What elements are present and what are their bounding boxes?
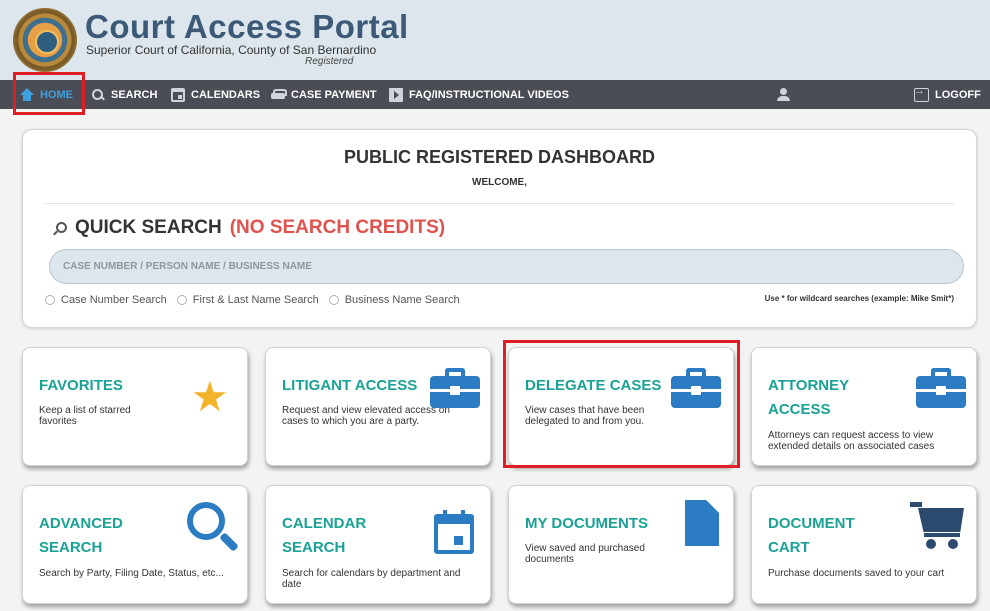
card-title: MY DOCUMENTS <box>525 515 649 532</box>
car-icon <box>271 88 287 102</box>
main-nav: HOME SEARCH CALENDARS CASE PAYMENT FAQ/I… <box>0 80 990 109</box>
search-icon <box>91 88 105 102</box>
card-description: Purchase documents saved to your cart <box>768 568 945 579</box>
radio-label: Case Number Search <box>61 294 167 306</box>
magnifier-icon <box>187 502 239 554</box>
logoff-button[interactable]: LOGOFF <box>914 80 981 109</box>
card-my-documents[interactable]: MY DOCUMENTS View saved and purchased do… <box>508 485 734 604</box>
calendar-icon <box>434 510 474 554</box>
logoff-label: LOGOFF <box>935 88 981 101</box>
nav-case-payment[interactable]: CASE PAYMENT <box>271 80 377 109</box>
calendar-icon <box>171 87 185 102</box>
user-profile[interactable] <box>777 80 791 109</box>
radio-button[interactable] <box>328 295 339 305</box>
star-icon: ★ <box>191 373 229 420</box>
card-description: Keep a list of starred favorites <box>39 405 131 427</box>
nav-faq-videos[interactable]: FAQ/INSTRUCTIONAL VIDEOS <box>389 80 569 109</box>
cart-icon <box>910 500 966 550</box>
radio-name[interactable]: First & Last Name Search <box>176 294 319 306</box>
portal-title: Court Access Portal <box>85 8 409 45</box>
quick-search-title: QUICK SEARCH <box>75 217 222 238</box>
card-description: Attorneys can request access to view ext… <box>768 430 935 452</box>
card-title: ATTORNEY ACCESS <box>768 377 849 418</box>
card-favorites[interactable]: FAVORITES Keep a list of starred favorit… <box>22 347 248 466</box>
radio-label: Business Name Search <box>344 294 460 306</box>
home-highlight-box <box>13 72 85 115</box>
court-seal-logo[interactable] <box>13 8 77 72</box>
search-credits-note: (NO SEARCH CREDITS) <box>229 217 446 238</box>
video-icon <box>389 87 403 102</box>
card-description: Search by Party, Filing Date, Status, et… <box>39 568 224 579</box>
radio-label: First & Last Name Search <box>192 294 319 306</box>
card-advanced-search[interactable]: ADVANCED SEARCH Search by Party, Filing … <box>22 485 248 604</box>
nav-search[interactable]: SEARCH <box>91 80 157 109</box>
card-description: Request and view elevated access on case… <box>282 405 450 427</box>
card-title: ADVANCED SEARCH <box>39 515 123 556</box>
card-title: FAVORITES <box>39 377 123 394</box>
nav-search-label: SEARCH <box>111 88 158 101</box>
portal-subtitle: Superior Court of California, County of … <box>86 43 377 57</box>
welcome-text: WELCOME, <box>472 177 527 188</box>
document-icon <box>685 500 719 546</box>
nav-faq-label: FAQ/INSTRUCTIONAL VIDEOS <box>409 88 569 101</box>
radio-business[interactable]: Business Name Search <box>328 294 460 306</box>
card-document-cart[interactable]: DOCUMENT CART Purchase documents saved t… <box>751 485 977 604</box>
account-status: Registered <box>305 56 354 67</box>
briefcase-icon <box>430 368 480 408</box>
quick-search-heading: QUICK SEARCH (NO SEARCH CREDITS) <box>53 217 445 239</box>
search-icon <box>53 221 67 235</box>
nav-calendars[interactable]: CALENDARS <box>171 80 260 109</box>
delegate-cases-highlight-box <box>503 340 740 468</box>
wildcard-hint: Use * for wildcard searches (example: Mi… <box>764 294 954 303</box>
card-description: Search for calendars by department and d… <box>282 568 461 590</box>
user-icon <box>777 87 791 102</box>
header: Court Access Portal Superior Court of Ca… <box>0 0 990 80</box>
card-title: LITIGANT ACCESS <box>282 377 418 394</box>
nav-case-payment-label: CASE PAYMENT <box>291 88 377 101</box>
card-calendar-search[interactable]: CALENDAR SEARCH Search for calendars by … <box>265 485 491 604</box>
briefcase-icon <box>916 368 966 408</box>
radio-button[interactable] <box>45 295 55 305</box>
card-attorney-access[interactable]: ATTORNEY ACCESS Attorneys can request ac… <box>751 347 977 466</box>
radio-button[interactable] <box>176 295 187 305</box>
logoff-icon <box>914 85 929 102</box>
card-title: CALENDAR SEARCH <box>282 515 367 556</box>
search-type-options: Case Number Search First & Last Name Sea… <box>45 294 460 306</box>
card-litigant-access[interactable]: LITIGANT ACCESS Request and view elevate… <box>265 347 491 466</box>
dashboard-title: PUBLIC REGISTERED DASHBOARD <box>343 147 656 167</box>
nav-calendars-label: CALENDARS <box>191 88 261 101</box>
card-description: View saved and purchased documents <box>525 543 645 565</box>
quick-search-input[interactable] <box>49 249 964 284</box>
divider <box>45 203 954 204</box>
card-title: DOCUMENT CART <box>768 515 855 556</box>
radio-case-number[interactable]: Case Number Search <box>45 294 167 306</box>
dashboard-panel: PUBLIC REGISTERED DASHBOARD WELCOME, QUI… <box>22 129 977 328</box>
